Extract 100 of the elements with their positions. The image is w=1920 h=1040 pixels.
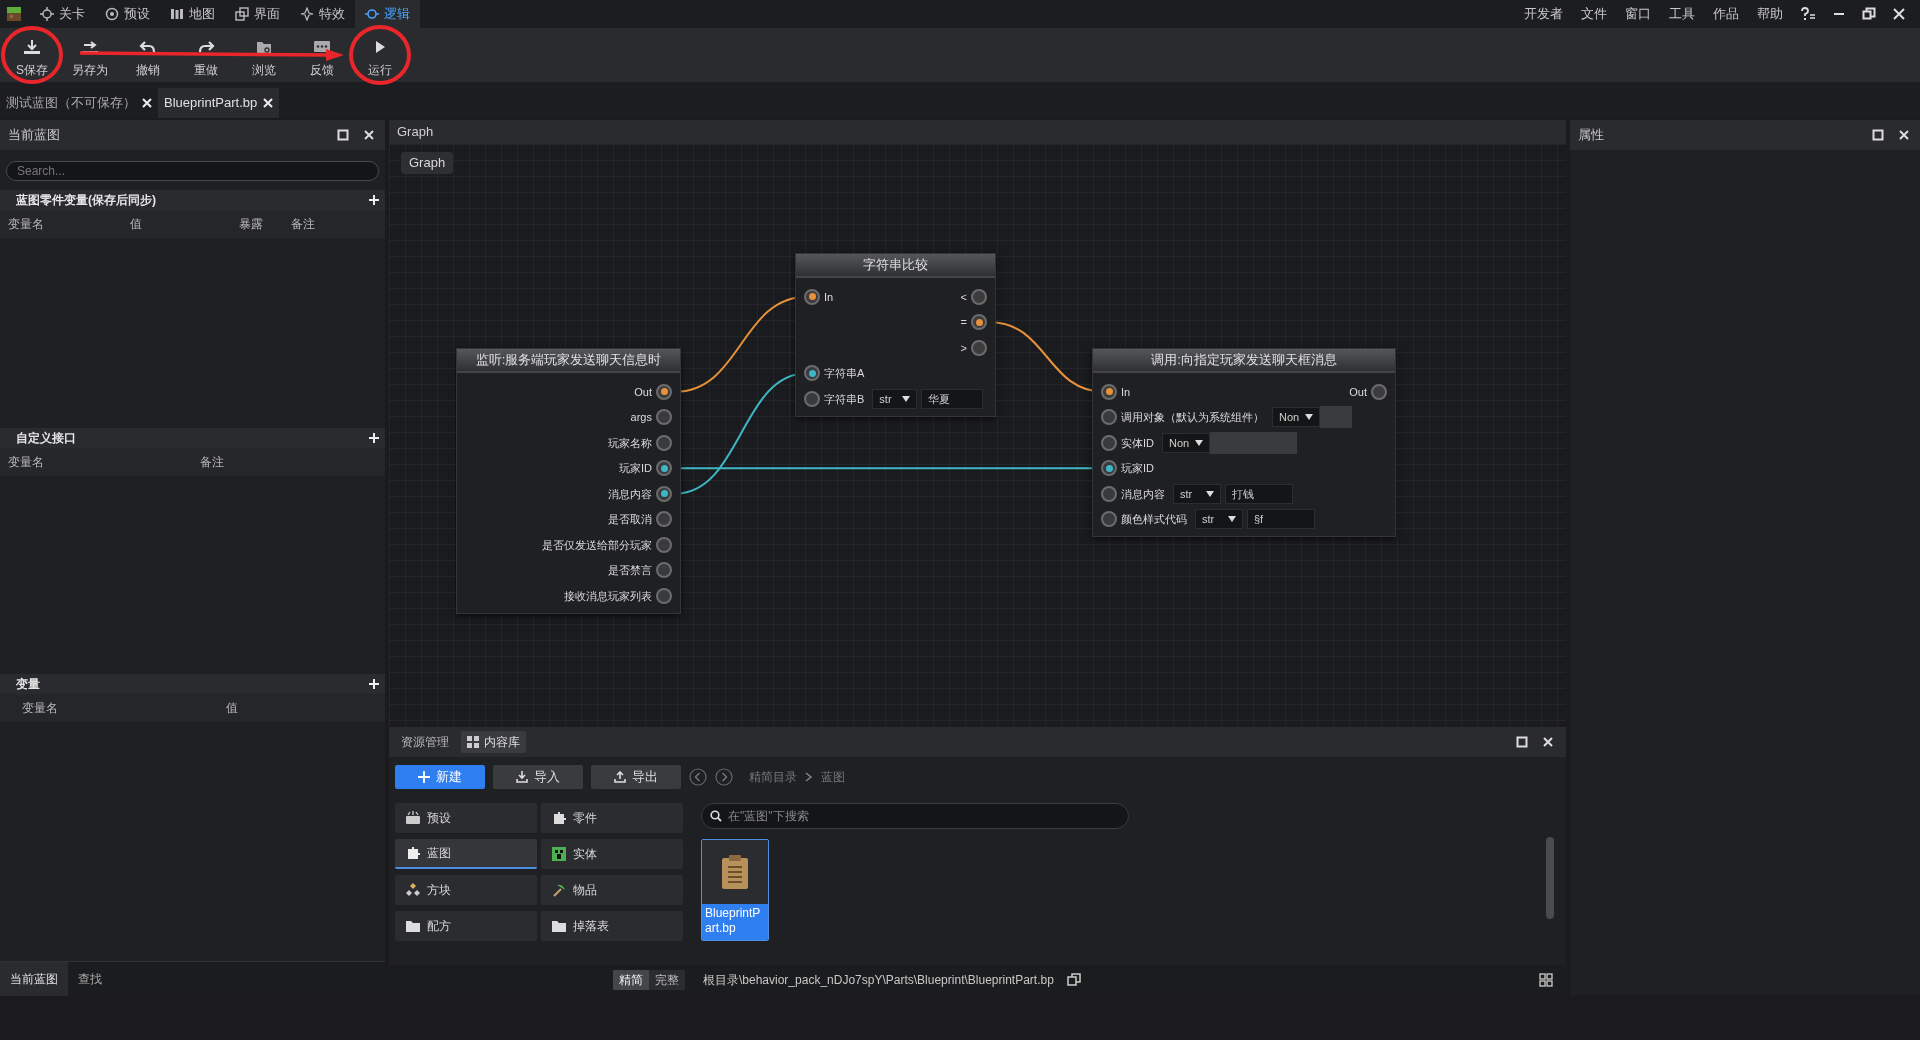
blocks-icon [405,882,421,898]
panel-tab[interactable]: 内容库 [461,731,526,753]
menu-item[interactable]: 工具 [1660,4,1704,24]
type-dropdown[interactable]: str [872,388,917,409]
back-button[interactable] [689,768,707,786]
panel-tab[interactable]: 当前蓝图 [0,961,68,996]
chevron-right-icon [805,772,813,782]
menu-item[interactable]: 作品 [1704,4,1748,24]
pin-label: 颜色样式代码 [1121,512,1187,527]
category-item[interactable]: 预设 [395,803,537,833]
type-dropdown[interactable]: Non [1272,407,1320,428]
pin-label: 消息内容 [608,486,652,502]
pin-label: 玩家ID [619,461,652,476]
puzzle-piece-icon [405,845,421,861]
toolbar-button[interactable]: S保存 [3,30,61,80]
add-button[interactable] [367,193,381,207]
category-item[interactable]: 零件 [541,803,683,833]
category-item[interactable]: 物品 [541,875,683,905]
menu-item[interactable]: 文件 [1572,4,1616,24]
folder-icon [405,918,421,934]
maximize-icon [1872,129,1884,141]
toolbar-button[interactable]: 重做 [177,30,235,80]
document-tab[interactable]: BlueprintPart.bp [158,88,280,118]
document-tab[interactable]: 测试蓝图（不可保存） [0,88,158,118]
toolbar-button[interactable]: 另存为 [61,30,119,80]
close-icon [1898,129,1910,141]
caret-icon [1206,490,1214,497]
panel-title: 当前蓝图 [8,126,61,145]
menu-item[interactable]: 开发者 [1515,4,1572,24]
pin-label: Out [1349,384,1367,400]
panel-tab[interactable]: 查找 [68,961,112,996]
pin-label: args [630,410,652,425]
menu-item[interactable]: 窗口 [1616,4,1660,24]
effect-icon [300,7,314,21]
column-header: 备注 [200,454,225,471]
category-item[interactable]: 实体 [541,839,683,869]
upload-icon [614,771,626,783]
column-header: 变量名 [8,216,45,233]
import-button[interactable]: 导入 [493,765,583,789]
add-button[interactable] [367,677,381,691]
pin-label: In [1121,384,1131,400]
maximize-button[interactable] [335,127,351,143]
map-icon [170,7,184,21]
app-tab[interactable]: 关卡 [30,0,95,28]
maximize-button[interactable] [1514,734,1530,750]
view-toggle[interactable]: 完整 [649,970,685,990]
pin-label: 玩家名称 [608,435,652,451]
preset-icon [105,7,119,21]
category-item[interactable]: 方块 [395,875,537,905]
caret-icon [1228,516,1236,523]
new-button[interactable]: 新建 [395,765,485,789]
type-dropdown[interactable]: Non [1162,432,1210,453]
value-field[interactable]: §f [1247,509,1315,530]
type-dropdown[interactable]: str [1195,509,1243,530]
breadcrumb-chip[interactable]: Graph [401,152,454,174]
grass-block-icon [6,6,22,22]
maximize-button[interactable] [1870,127,1886,143]
category-item[interactable]: 蓝图 [395,839,537,869]
value-field[interactable] [1320,406,1352,429]
value-field[interactable]: 打钱 [1225,483,1293,504]
app-tab[interactable]: 地图 [160,0,225,28]
breadcrumb-link[interactable]: 精简目录 [749,768,797,786]
pin-label: 字符串A [824,366,865,381]
save-icon [22,38,42,56]
copy-button[interactable] [1065,972,1082,988]
panel-tab[interactable]: 资源管理 [395,731,455,753]
category-item[interactable]: 配方 [395,911,537,941]
search-field[interactable]: 在"蓝图"下搜索 [701,803,1129,829]
close-icon [263,98,274,108]
pin-label: 是否仅发送给部分玩家 [542,537,652,553]
file-name: BlueprintPart.bp [702,904,768,940]
toolbar-button[interactable]: 运行 [351,30,409,80]
app-tab[interactable]: 逻辑 [355,0,420,28]
pin-label: 调用对象（默认为系统组件） [1121,410,1264,425]
forward-button[interactable] [715,768,733,786]
app-tab[interactable]: 预设 [95,0,160,28]
toolbar-button[interactable]: 浏览 [235,30,293,80]
view-toggle[interactable]: 精简 [613,970,649,990]
annotation-circle [1,26,63,84]
toolbar-button[interactable]: 撤销 [119,30,177,80]
app-tab[interactable]: 界面 [225,0,290,28]
breadcrumb-link[interactable]: 蓝图 [821,768,845,786]
add-button[interactable] [367,431,381,445]
value-field[interactable] [1210,431,1297,454]
value-field[interactable]: 华夏 [920,388,983,409]
logic-icon [365,7,379,21]
pin-label: 字符串B [824,391,865,407]
export-button[interactable]: 导出 [591,765,681,789]
type-dropdown[interactable]: str [1173,483,1221,504]
ui-icon [235,7,249,21]
search-field[interactable]: Search... [6,161,379,181]
pin-label: > [960,340,967,356]
grid-view-button[interactable] [1538,972,1554,988]
category-item[interactable]: 掉落表 [541,911,683,941]
maximize-icon [337,129,349,141]
menu-item[interactable]: 帮助 [1748,4,1792,24]
app-tab[interactable]: 特效 [290,0,355,28]
tab-label[interactable]: 测试蓝图（不可保存） [6,93,136,113]
file-tile[interactable]: BlueprintPart.bp [701,839,769,941]
tab-label[interactable]: BlueprintPart.bp [164,93,258,113]
